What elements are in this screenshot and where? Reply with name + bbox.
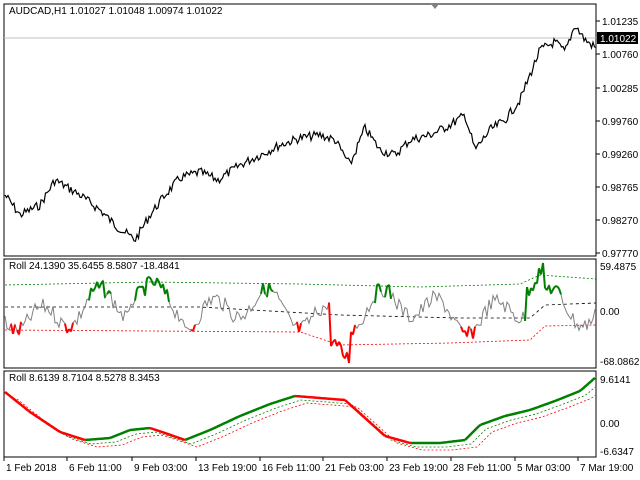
indicator-2-panel[interactable]: Roll 8.6139 8.7104 8.5278 8.3453 9.6141 0… xyxy=(3,370,634,458)
time-tick: 6 Feb 11:00 xyxy=(66,457,122,474)
time-tick-label: 21 Feb 03:00 xyxy=(325,463,384,474)
time-axis: 1 Feb 2018 6 Feb 11:00 9 Feb 03:00 13 Feb 1… xyxy=(3,457,634,474)
time-tick-label: 9 Feb 03:00 xyxy=(134,463,188,474)
time-tick: 28 Feb 11:00 xyxy=(450,457,512,474)
indicator-2-tick-label: 0.00 xyxy=(600,419,620,430)
price-tick-label: 1.00760 xyxy=(602,50,639,61)
time-tick-label: 5 Mar 03:00 xyxy=(517,463,571,474)
time-tick-label: 13 Feb 19:00 xyxy=(198,463,257,474)
chart-title: AUDCAD,H1 1.01027 1.01048 1.00974 1.0102… xyxy=(9,6,223,17)
time-tick: 1 Feb 2018 xyxy=(3,457,57,474)
price-tick: 0.98765 xyxy=(596,183,639,194)
indicator-1-tick-label: -68.0862 xyxy=(600,357,640,368)
current-price-label: 1.01022 xyxy=(600,34,637,45)
time-tick-label: 7 Mar 19:00 xyxy=(580,463,634,474)
time-tick: 13 Feb 19:00 xyxy=(195,457,257,474)
trading-chart[interactable]: AUDCAD,H1 1.01027 1.01048 1.00974 1.0102… xyxy=(0,0,640,480)
price-tick-label: 0.99260 xyxy=(602,150,639,161)
time-tick: 7 Mar 19:00 xyxy=(577,457,634,474)
indicator-2-tick-label: 9.6141 xyxy=(600,375,631,386)
price-tick: 1.00760 xyxy=(596,50,639,61)
price-tick: 0.98270 xyxy=(596,216,639,227)
price-tick-label: 1.01235 xyxy=(602,17,639,28)
price-tick-label: 0.99760 xyxy=(602,117,639,128)
time-tick-label: 28 Feb 11:00 xyxy=(453,463,512,474)
time-tick-label: 23 Feb 19:00 xyxy=(389,463,448,474)
indicator-1-panel[interactable]: Roll 24.1390 35.6455 8.5807 -18.4841 59.… xyxy=(3,258,640,369)
time-tick-label: 6 Feb 11:00 xyxy=(69,463,122,474)
indicator-2-title: Roll 8.6139 8.7104 8.5278 8.3453 xyxy=(9,373,160,384)
price-tick: 0.99260 xyxy=(596,150,639,161)
price-tick-label: 0.97770 xyxy=(602,249,639,260)
time-tick-label: 1 Feb 2018 xyxy=(6,463,57,474)
price-tick-label: 0.98270 xyxy=(602,216,639,227)
price-tick: 0.97770 xyxy=(596,249,639,260)
indicator-2-tick-label: -6.6347 xyxy=(600,447,634,458)
time-tick: 5 Mar 03:00 xyxy=(514,457,571,474)
time-tick: 23 Feb 19:00 xyxy=(386,457,448,474)
time-tick: 16 Feb 11:00 xyxy=(259,457,321,474)
price-tick: 0.99760 xyxy=(596,117,639,128)
indicator-1-title: Roll 24.1390 35.6455 8.5807 -18.4841 xyxy=(9,261,180,272)
price-tick: 1.00285 xyxy=(596,84,639,95)
time-tick: 9 Feb 03:00 xyxy=(131,457,188,474)
time-tick-label: 16 Feb 11:00 xyxy=(262,463,321,474)
indicator-2-axis: 9.6141 0.00 -6.6347 xyxy=(600,375,634,458)
indicator-1-tick-label: 59.4875 xyxy=(600,262,637,273)
price-tick-label: 0.98765 xyxy=(602,183,639,194)
main-price-panel[interactable]: AUDCAD,H1 1.01027 1.01048 1.00974 1.0102… xyxy=(3,3,639,260)
indicator-1-axis: 59.4875 0.00 -68.0862 xyxy=(600,262,640,368)
price-tick: 1.01235 xyxy=(596,17,639,28)
price-axis: 1.01235 1.00760 1.00285 0.99760 0.99260 0.987… xyxy=(596,17,639,260)
indicator-1-tick-label: 0.00 xyxy=(600,307,620,318)
time-tick: 21 Feb 03:00 xyxy=(322,457,384,474)
price-tick-label: 1.00285 xyxy=(602,84,639,95)
